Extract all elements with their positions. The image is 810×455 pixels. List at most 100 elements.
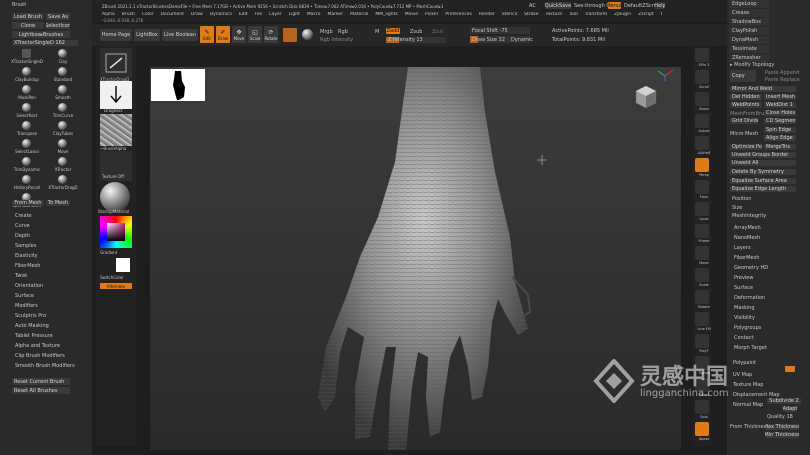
zsub-toggle[interactable]: Zsub [410,29,422,35]
move-mode-button[interactable]: ✥ Move [232,26,246,43]
menu-color[interactable]: Color [142,12,154,17]
save-as-button[interactable]: Save As [46,13,70,20]
current-brush-slider[interactable]: XTractorSingleD 162 [12,40,78,46]
focal-shift-slider[interactable]: Focal Shift -75 [470,27,530,34]
menu-light[interactable]: Light [289,12,300,17]
live-boolean-button[interactable]: Live Boolean [162,29,198,41]
position-header[interactable]: Position [732,196,751,202]
weld-dist-slider[interactable]: WeldDist 1 [764,102,796,108]
brush-section-auto-masking[interactable]: Auto Masking [15,321,89,331]
cd-segments-slider[interactable]: CD Segments [764,118,796,124]
tool-section-layers[interactable]: Layers [731,243,807,253]
view-tool-scale[interactable]: Scale [695,268,709,287]
paste-append-button[interactable]: Paste Append [765,70,799,76]
tool-section-morph-target[interactable]: Morph Target [731,343,807,353]
menu-draw[interactable]: Draw [191,12,203,17]
tool-section-visibility[interactable]: Visibility [731,313,807,323]
mirror-weld-button[interactable]: Mirror And Weld [730,86,796,92]
help-button[interactable]: Help [655,2,665,9]
scale-mode-button[interactable]: ◱ Scale [248,26,262,43]
reset-current-brush-button[interactable]: Reset Current Brush [12,378,70,385]
brush-section-smooth-brush-modifiers[interactable]: Smooth Brush Modifiers [15,361,89,371]
brush-tool-claytubes[interactable]: ClayTubes [46,120,80,137]
menu-picker[interactable]: Picker [425,12,438,17]
menu-layer[interactable]: Layer [269,12,282,17]
brush-section-create[interactable]: Create [15,211,89,221]
brush-section-tablet-pressure[interactable]: Tablet Pressure [15,331,89,341]
brush-section-fibermesh[interactable]: FiberMesh [15,261,89,271]
tool-section-contact[interactable]: Contact [731,333,807,343]
brush-tool-clay[interactable]: Clay [46,48,80,65]
tool-section-geometry-hd[interactable]: Geometry HD [731,263,807,273]
menu-texture[interactable]: Texture [545,12,561,17]
quicksave-button[interactable]: QuickSave [545,2,571,9]
tool-section-polygroups[interactable]: Polygroups [731,323,807,333]
alpha-thumbnail[interactable] [100,114,132,146]
mesh-integrity-header[interactable]: MeshIntegrity [732,213,766,219]
menu-marker[interactable]: Marker [328,12,344,17]
menu-document[interactable]: Document [161,12,184,17]
equalize-edge-length-button[interactable]: Equalize Edge Length [730,186,796,192]
menu-zscript[interactable]: Zscript [638,12,654,17]
edit-mode-button[interactable]: ✎ Edit [200,26,214,43]
copy-button[interactable]: Copy [730,70,756,82]
view-tool-local[interactable]: Local [695,202,709,221]
material-sphere-icon[interactable] [302,29,313,40]
tool-section-masking[interactable]: Masking [731,303,807,313]
brush-section-surface[interactable]: Surface [15,291,89,301]
insert-mesh-button[interactable]: Insert Mesh [764,94,796,100]
align-edge-button[interactable]: Align Edge [764,135,796,141]
color-picker[interactable] [100,216,132,248]
menu-edit[interactable]: Edit [239,12,248,17]
view-tool-aahalf[interactable]: AAHalf [695,136,710,155]
view-tool-polyf[interactable]: PolyF [695,334,709,353]
z-intensity-slider[interactable]: Z Intensity 13 [386,37,446,43]
lightbox-brushes-button[interactable]: Lightbox▸Brushes [12,31,70,38]
zadd-toggle[interactable]: Zadd [386,28,400,34]
brush-tool-selectlasso[interactable]: SelectLasso [10,138,44,155]
unweld-groups-border-button[interactable]: Unweld Groups Border [730,152,796,158]
modify-topology-header[interactable]: ▸ Modify Topology [730,62,774,68]
mrgb-toggle[interactable]: Mrgb [320,29,333,35]
brush-tool-transpose[interactable]: Transpose [10,120,44,137]
menus-toggle[interactable]: Menus [608,2,621,9]
brush-tool-xtractordragd[interactable]: XTractorDragD [46,174,80,191]
quality-slider[interactable]: Quality 18 [767,414,793,420]
brush-section-sculptris-pro[interactable]: Sculptris Pro [15,311,89,321]
select-icon-button[interactable]: SelectIcon [46,22,70,29]
tool-item-claypolish[interactable]: ClayPolish [729,27,769,35]
switch-color-button[interactable]: SwitchColor [100,275,124,280]
brush-section-elasticity[interactable]: Elasticity [15,251,89,261]
view-tool-scroll[interactable]: Scroll [695,70,709,89]
weldpoints-button[interactable]: WeldPoints [730,102,762,108]
menu-alpha[interactable]: Alpha [102,12,115,17]
merge-tris-button[interactable]: MergeTris [764,144,796,150]
tool-item-edgeloop[interactable]: EdgeLoop [729,0,769,8]
menu-preferences[interactable]: Preferences [445,12,471,17]
home-page-button[interactable]: Home Page [100,29,132,41]
tool-section-preview[interactable]: Preview [731,273,807,283]
brush-thumbnail[interactable] [100,48,132,78]
color-picker-square[interactable] [107,223,125,241]
tool-section-arraymesh[interactable]: ArrayMesh [731,223,807,233]
reset-all-brushes-button[interactable]: Reset All Brushes [12,387,70,394]
tool-section-nanomesh[interactable]: NanoMesh [731,233,807,243]
brush-tool-trimcurve[interactable]: TrimCurve [46,102,80,119]
brush-section-clip-brush-modifiers[interactable]: Clip Brush Modifiers [15,351,89,361]
to-mesh-button[interactable]: To Mesh [46,200,70,206]
view-tool-line-fill[interactable]: Line Fill [695,312,711,331]
equalize-surface-area-button[interactable]: Equalize Surface Area [730,178,796,184]
brush-tool-maskpen[interactable]: MaskPen [10,84,44,101]
draw-mode-button[interactable]: ✐ Draw [216,26,230,43]
brush-tool-smooth[interactable]: Smooth [46,84,80,101]
close-holes-button[interactable]: Close Holes [764,110,796,116]
min-thickness-slider[interactable]: Min Thickness [765,432,799,438]
brush-section-depth[interactable]: Depth [15,231,89,241]
alternate-toggle[interactable]: Alternate [100,283,132,289]
menu-file[interactable]: File [255,12,263,17]
view-tool-actual[interactable]: Actual [695,114,709,133]
see-through-slider[interactable]: See-through 0 [574,3,610,9]
menu-tool[interactable]: Tool [569,12,578,17]
menu-mm_lights[interactable]: MM_lights [375,12,397,17]
polypaint-toggle[interactable] [785,366,795,372]
